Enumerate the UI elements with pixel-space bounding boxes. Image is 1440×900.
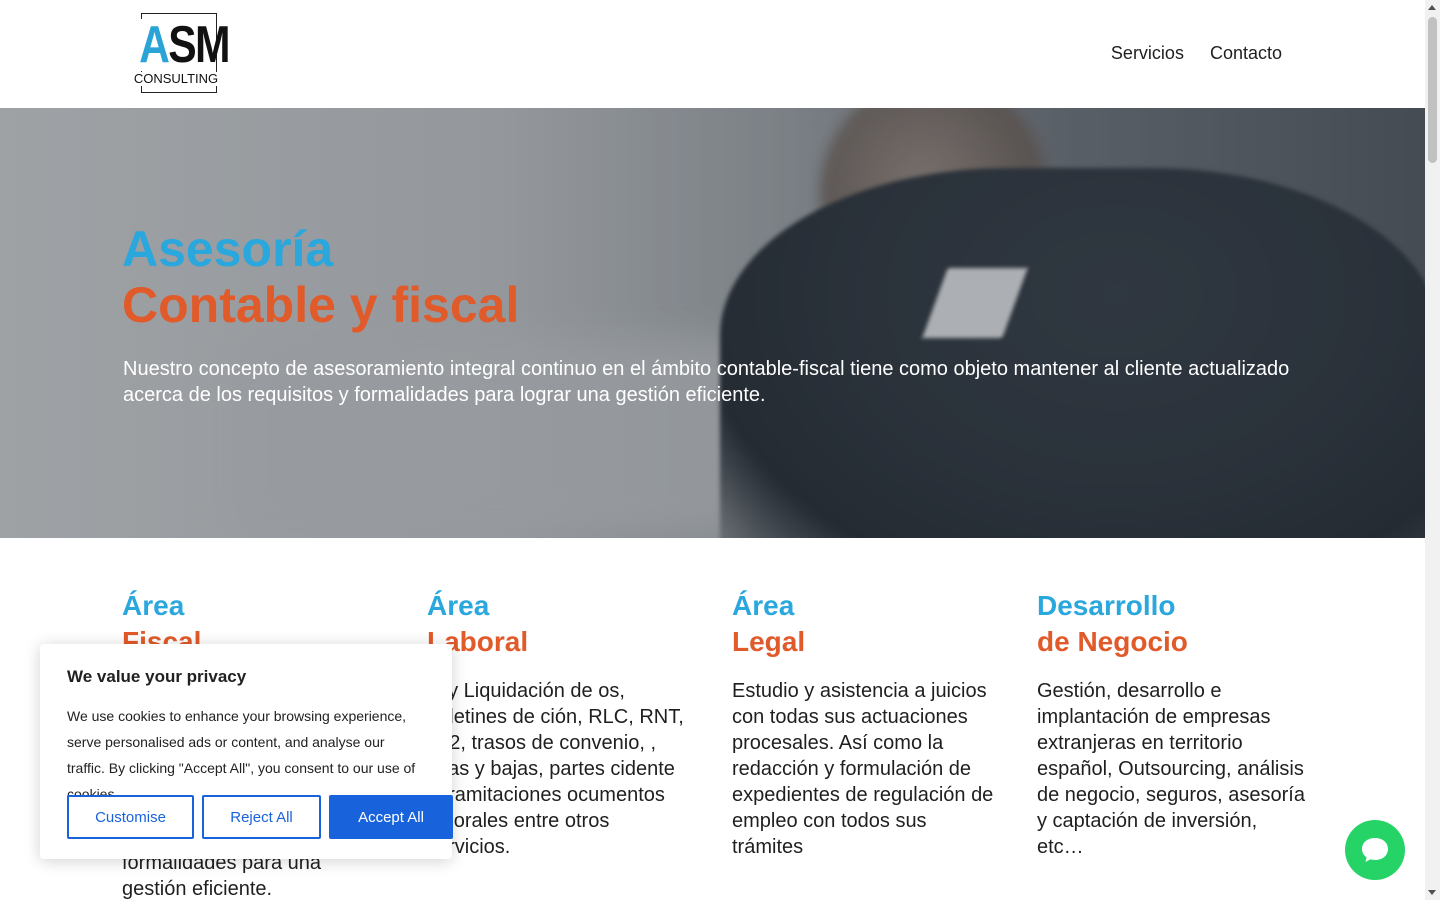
service-title-orange: Legal	[732, 626, 806, 657]
service-legal: Área Legal Estudio y asistencia a juicio…	[732, 588, 1002, 860]
scrollbar-thumb[interactable]	[1428, 17, 1437, 163]
service-text: lo y Liquidación de os, boletines de ció…	[427, 680, 684, 858]
service-title: Desarrollo de Negocio	[1037, 588, 1307, 660]
scroll-up-arrow-icon[interactable]	[1428, 5, 1436, 10]
service-title: Área Laboral	[427, 588, 697, 660]
hero-section: Asesoría Contable y fiscal Nuestro conce…	[0, 108, 1425, 538]
hero-title-line1: Asesoría	[122, 221, 334, 277]
cookie-title: We value your privacy	[67, 667, 247, 686]
logo-letters: ASM	[139, 16, 231, 74]
reject-all-button[interactable]: Reject All	[202, 795, 321, 839]
asm-consulting-logo[interactable]: ASM CONSULTING	[131, 13, 231, 95]
hero-description: Nuestro concepto de asesoramiento integr…	[123, 358, 1290, 406]
page-scrollbar[interactable]	[1425, 0, 1440, 900]
service-laboral: Área Laboral lo y Liquidación de os, bol…	[427, 588, 697, 860]
chat-bubble-icon	[1362, 838, 1388, 862]
service-desarrollo: Desarrollo de Negocio Gestión, desarroll…	[1037, 588, 1307, 860]
customise-button[interactable]: Customise	[67, 795, 194, 839]
accept-all-button[interactable]: Accept All	[329, 795, 453, 839]
service-title-orange: Laboral	[427, 626, 529, 657]
nav-contacto-link[interactable]: Contacto	[1210, 42, 1282, 64]
service-title-blue: Área	[427, 590, 490, 621]
service-text: Estudio y asistencia a juicios con todas…	[732, 680, 994, 858]
logo-subtitle: CONSULTING	[131, 72, 221, 86]
site-header: ASM CONSULTING Servicios Contacto	[0, 0, 1425, 108]
service-title: Área Legal	[732, 588, 1002, 660]
service-title-orange: de Negocio	[1037, 626, 1188, 657]
cookie-consent-banner: We value your privacy We use cookies to …	[40, 644, 453, 859]
service-title-blue: Área	[122, 590, 185, 621]
nav-servicios-link[interactable]: Servicios	[1111, 42, 1184, 64]
service-title-blue: Desarrollo	[1037, 590, 1176, 621]
hero-title-line2: Contable y fiscal	[122, 277, 520, 333]
hero-title: Asesoría Contable y fiscal	[122, 221, 519, 333]
cookie-text: We use cookies to enhance your browsing …	[67, 708, 416, 802]
scroll-down-arrow-icon[interactable]	[1428, 890, 1436, 895]
main-nav: Servicios Contacto	[1111, 42, 1282, 64]
service-title-blue: Área	[732, 590, 795, 621]
cookie-buttons: Customise Reject All Accept All	[67, 795, 453, 839]
service-text: Gestión, desarrollo e implantación de em…	[1037, 680, 1305, 858]
chat-button[interactable]	[1345, 820, 1405, 880]
